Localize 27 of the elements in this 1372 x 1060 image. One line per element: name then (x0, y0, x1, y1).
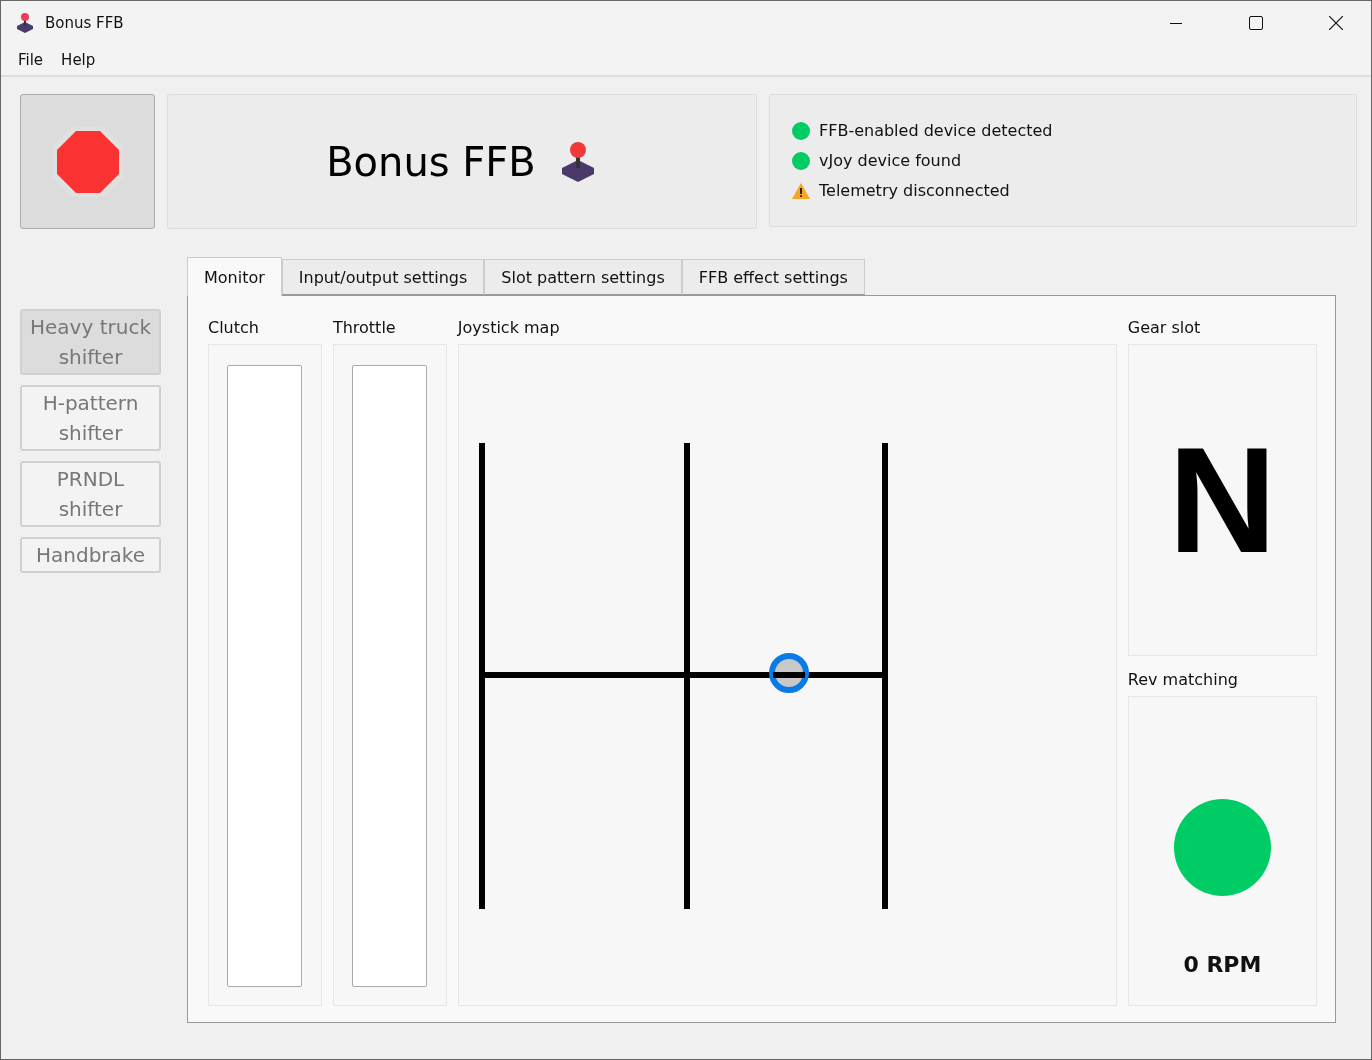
field-label: Rev matching (1127, 670, 1239, 691)
maximize-icon (1249, 16, 1263, 30)
tab[interactable]: FFB effect settings (681, 259, 865, 295)
tab[interactable]: Monitor (187, 257, 282, 296)
status-text: vJoy device found (819, 151, 962, 170)
tab[interactable]: Input/output settings (281, 259, 485, 295)
gear-value: N (1168, 414, 1277, 586)
tab[interactable]: Slot pattern settings (484, 259, 682, 295)
stick-position-marker (768, 653, 809, 693)
status-text: FFB-enabled device detected (819, 121, 1053, 140)
stop-button[interactable] (20, 94, 155, 229)
menu-item[interactable]: File (9, 51, 53, 69)
mode-button[interactable]: Handbrake (20, 537, 161, 573)
field-label: Throttle (332, 318, 397, 339)
app-title: Bonus FFB (326, 138, 536, 185)
status-text: Telemetry disconnected (819, 181, 1010, 200)
field-label: Joystick map (457, 318, 561, 339)
minimize-icon (1170, 22, 1182, 24)
field-label: Clutch (208, 318, 260, 339)
mode-button[interactable]: PRNDL shifter (20, 461, 161, 527)
menu-item[interactable]: Help (52, 51, 105, 69)
joystick-icon (15, 12, 35, 34)
rpm-reading: 0 RPM (1183, 952, 1262, 977)
window-title: Bonus FFB (45, 14, 125, 32)
close-icon (1329, 16, 1343, 30)
field-label: Gear slot (1127, 318, 1202, 339)
mode-button[interactable]: H-pattern shifter (20, 385, 161, 451)
